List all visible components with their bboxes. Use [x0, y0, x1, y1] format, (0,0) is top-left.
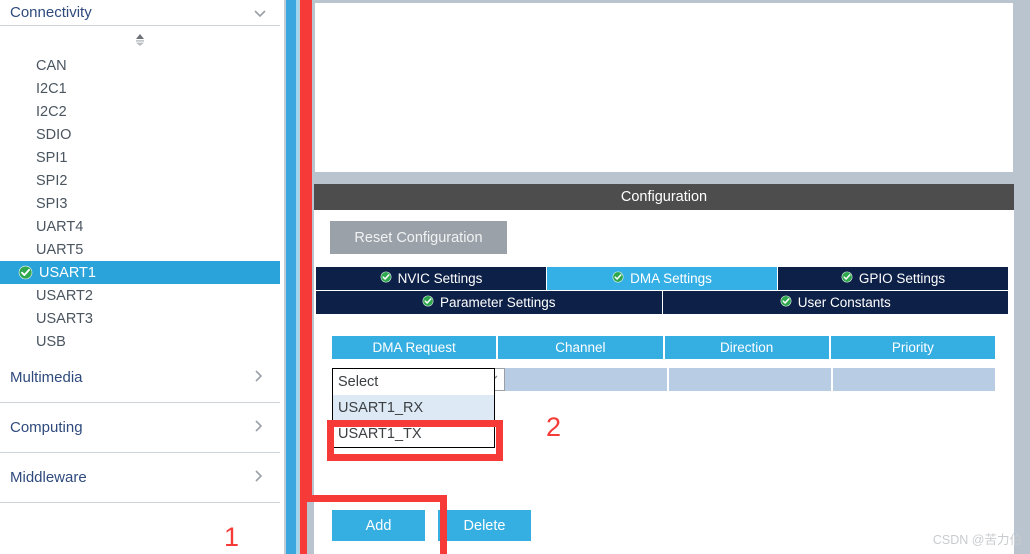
sidebar-category-middleware[interactable]: Middleware: [0, 453, 280, 503]
sidebar-item-can[interactable]: CAN: [0, 54, 280, 77]
sidebar-item-label: SPI3: [36, 195, 68, 212]
app-root: Connectivity CAN I2C1 I2C2 SDIO SPI1 SPI2 SPI3…: [0, 0, 1030, 554]
sidebar-item-uart4[interactable]: UART4: [0, 215, 280, 238]
sidebar-category-multimedia[interactable]: Multimedia: [0, 353, 280, 403]
sidebar-item-label: SPI1: [36, 149, 68, 166]
configuration-panel: Configuration Reset Configuration NVIC S…: [312, 0, 1030, 554]
sidebar-item-i2c1[interactable]: I2C1: [0, 77, 280, 100]
sidebar-category-connectivity[interactable]: Connectivity: [0, 0, 280, 26]
connectivity-sidebar: Connectivity CAN I2C1 I2C2 SDIO SPI1 SPI2 SPI3…: [0, 0, 280, 554]
sidebar-item-sdio[interactable]: SDIO: [0, 123, 280, 146]
sidebar-item-spi1[interactable]: SPI1: [0, 146, 280, 169]
ok-check-icon: [612, 271, 624, 286]
sidebar-category-computing[interactable]: Computing: [0, 403, 280, 453]
reset-configuration-label: Reset Configuration: [354, 229, 483, 246]
sidebar-item-label: UART4: [36, 218, 84, 235]
sidebar-item-label: SPI2: [36, 172, 68, 189]
priority-cell: [833, 368, 995, 391]
annotation-number-2: 2: [546, 412, 562, 442]
sidebar-category-label: Computing: [10, 419, 83, 436]
reset-configuration-button[interactable]: Reset Configuration: [330, 221, 507, 254]
sidebar-category-label: Connectivity: [10, 4, 92, 21]
sidebar-item-usart2[interactable]: USART2: [0, 284, 280, 307]
tab-label: User Constants: [797, 295, 891, 310]
sidebar-item-spi3[interactable]: SPI3: [0, 192, 280, 215]
annotation-box-add-button: [300, 495, 447, 554]
column-header-dma-request[interactable]: DMA Request: [332, 336, 499, 359]
annotation-number-1: 1: [224, 522, 240, 552]
delete-button-label: Delete: [463, 517, 506, 534]
ok-check-icon: [841, 271, 853, 286]
sidebar-item-label: SDIO: [36, 126, 72, 143]
chevron-right-icon: [250, 468, 266, 488]
tab-dma-settings[interactable]: DMA Settings: [547, 267, 778, 290]
chevron-right-icon: [250, 368, 266, 388]
tab-label: GPIO Settings: [858, 271, 946, 286]
dropdown-option-usart1_rx[interactable]: USART1_RX: [333, 395, 494, 421]
dma-table-header: DMA Request Channel Direction Priority: [332, 336, 995, 359]
channel-cell: [505, 368, 669, 391]
tab-gpio-settings[interactable]: GPIO Settings: [778, 267, 1008, 290]
delete-button[interactable]: Delete: [438, 510, 531, 541]
ok-check-icon: [18, 265, 33, 280]
watermark: CSDN @苦力伯: [932, 533, 1022, 547]
column-header-direction[interactable]: Direction: [664, 336, 831, 359]
peripheral-list: CAN I2C1 I2C2 SDIO SPI1 SPI2 SPI3 UART4 UART5 USA…: [0, 54, 280, 353]
sidebar-category-label: Middleware: [10, 469, 87, 486]
sidebar-item-uart5[interactable]: UART5: [0, 238, 280, 261]
ok-check-icon: [422, 295, 434, 310]
tab-label: DMA Settings: [630, 271, 712, 286]
sidebar-item-label: USB: [36, 333, 66, 350]
tab-label: Parameter Settings: [439, 295, 556, 310]
annotation-strip-left: [300, 0, 312, 500]
sidebar-item-label: UART5: [36, 241, 84, 258]
sidebar-category-label: Multimedia: [10, 369, 83, 386]
configuration-title: Configuration: [620, 189, 708, 205]
column-header-channel[interactable]: Channel: [498, 336, 665, 359]
sidebar-item-usb[interactable]: USB: [0, 330, 280, 353]
configuration-title-bar: Configuration: [314, 184, 1014, 210]
sidebar-item-label: CAN: [36, 57, 67, 74]
sidebar-item-label: I2C1: [36, 80, 67, 97]
sidebar-item-label: USART2: [36, 287, 93, 304]
dropdown-option-select[interactable]: Select: [333, 369, 494, 395]
sidebar-category-list: Multimedia Computing Middleware: [0, 353, 280, 503]
sidebar-item-label: I2C2: [36, 103, 67, 120]
sidebar-scrollbar-highlight: [296, 0, 299, 554]
sidebar-item-i2c2[interactable]: I2C2: [0, 100, 280, 123]
annotation-box-usart1-rx: [327, 420, 503, 461]
scroll-updown-icon[interactable]: [0, 26, 280, 54]
sidebar-item-spi2[interactable]: SPI2: [0, 169, 280, 192]
settings-tabs-row-1: NVIC Settings DMA Settings GPIO Settings: [316, 267, 1008, 290]
sidebar-item-label: USART1: [39, 264, 96, 281]
sidebar-item-usart3[interactable]: USART3: [0, 307, 280, 330]
sidebar-item-usart1[interactable]: USART1: [0, 261, 280, 284]
tab-parameter-settings[interactable]: Parameter Settings: [316, 291, 663, 314]
tab-user-constants[interactable]: User Constants: [662, 291, 1008, 314]
ok-check-icon: [380, 271, 392, 286]
column-header-priority[interactable]: Priority: [830, 336, 995, 359]
direction-cell: [669, 368, 833, 391]
ok-check-icon: [780, 295, 792, 310]
settings-tabs-row-2: Parameter Settings User Constants: [316, 291, 1008, 314]
chevron-right-icon: [250, 418, 266, 438]
top-blank-panel: [314, 2, 1014, 173]
tab-nvic-settings[interactable]: NVIC Settings: [316, 267, 547, 290]
tab-label: NVIC Settings: [397, 271, 483, 286]
sidebar-item-label: USART3: [36, 310, 93, 327]
chevron-down-icon: [252, 5, 268, 21]
